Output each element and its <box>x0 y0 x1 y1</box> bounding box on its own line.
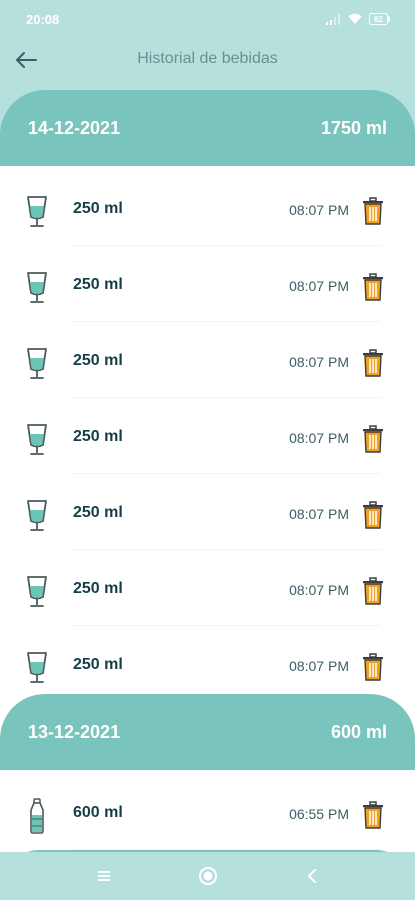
day-section: 13-12-2021 600 ml 600 ml 06:55 PM <box>0 694 415 850</box>
home-icon <box>198 867 217 885</box>
drink-time: 08:07 PM <box>289 506 349 522</box>
drink-time: 08:07 PM <box>289 354 349 370</box>
delete-button[interactable] <box>360 576 386 606</box>
nav-home-button[interactable] <box>188 856 228 896</box>
status-time: 20:08 <box>26 11 60 27</box>
glass-icon <box>27 652 47 683</box>
drink-row: 250 ml 08:07 PM <box>0 550 415 626</box>
battery-icon: 82 <box>369 13 390 25</box>
drink-time: 06:55 PM <box>289 806 349 822</box>
day-section: 14-12-2021 1750 ml 250 ml 08:07 PM 250 m… <box>0 90 415 702</box>
delete-button[interactable] <box>360 424 386 454</box>
drink-amount: 600 ml <box>73 804 123 821</box>
delete-button[interactable] <box>360 652 386 682</box>
delete-button[interactable] <box>360 348 386 378</box>
day-header: 13-12-2021 600 ml <box>0 694 415 770</box>
day-header: 14-12-2021 1750 ml <box>0 90 415 166</box>
trash-icon <box>363 501 383 529</box>
delete-button[interactable] <box>360 196 386 226</box>
app-bar: Historial de bebidas <box>0 38 415 84</box>
wifi-icon <box>348 13 362 24</box>
drink-amount: 250 ml <box>73 352 123 369</box>
row-divider <box>73 849 381 850</box>
nav-back-button[interactable] <box>292 856 332 896</box>
drink-time: 08:07 PM <box>289 202 349 218</box>
delete-button[interactable] <box>360 500 386 530</box>
glass-icon <box>27 272 47 303</box>
day-date: 13-12-2021 <box>28 721 121 742</box>
system-nav-bar <box>0 852 415 900</box>
signal-icon <box>326 14 340 25</box>
status-bar: 20:08 82 <box>0 0 415 38</box>
drink-row: 250 ml 08:07 PM <box>0 322 415 398</box>
trash-icon <box>363 577 383 605</box>
drink-row: 250 ml 08:07 PM <box>0 398 415 474</box>
drink-time: 08:07 PM <box>289 582 349 598</box>
glass-icon <box>27 424 47 455</box>
day-date: 14-12-2021 <box>28 117 121 138</box>
drink-history-list[interactable]: 14-12-2021 1750 ml 250 ml 08:07 PM 250 m… <box>0 90 415 852</box>
back-icon <box>307 869 316 883</box>
day-total: 1750 ml <box>320 117 387 138</box>
glass-icon <box>27 348 47 379</box>
drink-row: 250 ml 08:07 PM <box>0 474 415 550</box>
day-drink-list: 600 ml 06:55 PM <box>0 770 415 850</box>
trash-icon <box>363 197 383 225</box>
menu-icon <box>97 871 110 881</box>
delete-button[interactable] <box>360 800 386 830</box>
drink-time: 08:07 PM <box>289 430 349 446</box>
glass-icon <box>27 196 47 227</box>
day-total: 600 ml <box>330 721 387 742</box>
drink-amount: 250 ml <box>73 276 123 293</box>
drink-amount: 250 ml <box>73 428 123 445</box>
trash-icon <box>363 349 383 377</box>
page-title: Historial de bebidas <box>137 50 278 67</box>
drink-row: 250 ml 08:07 PM <box>0 626 415 702</box>
drink-time: 08:07 PM <box>289 278 349 294</box>
day-drink-list: 250 ml 08:07 PM 250 ml 08:07 PM 250 ml 0… <box>0 166 415 702</box>
drink-amount: 250 ml <box>73 200 123 217</box>
trash-icon <box>363 801 383 829</box>
drink-row: 600 ml 06:55 PM <box>0 774 415 850</box>
trash-icon <box>363 273 383 301</box>
drink-time: 08:07 PM <box>289 658 349 674</box>
trash-icon <box>363 653 383 681</box>
drink-amount: 250 ml <box>73 580 123 597</box>
delete-button[interactable] <box>360 272 386 302</box>
glass-icon <box>27 500 47 531</box>
nav-menu-button[interactable] <box>84 856 124 896</box>
bottle-icon <box>30 798 44 834</box>
drink-amount: 250 ml <box>73 504 123 521</box>
trash-icon <box>363 425 383 453</box>
glass-icon <box>27 576 47 607</box>
drink-amount: 250 ml <box>73 656 123 673</box>
status-icons: 82 <box>325 13 391 25</box>
battery-level: 82 <box>374 15 383 24</box>
drink-row: 250 ml 08:07 PM <box>0 246 415 322</box>
drink-row: 250 ml 08:07 PM <box>0 170 415 246</box>
